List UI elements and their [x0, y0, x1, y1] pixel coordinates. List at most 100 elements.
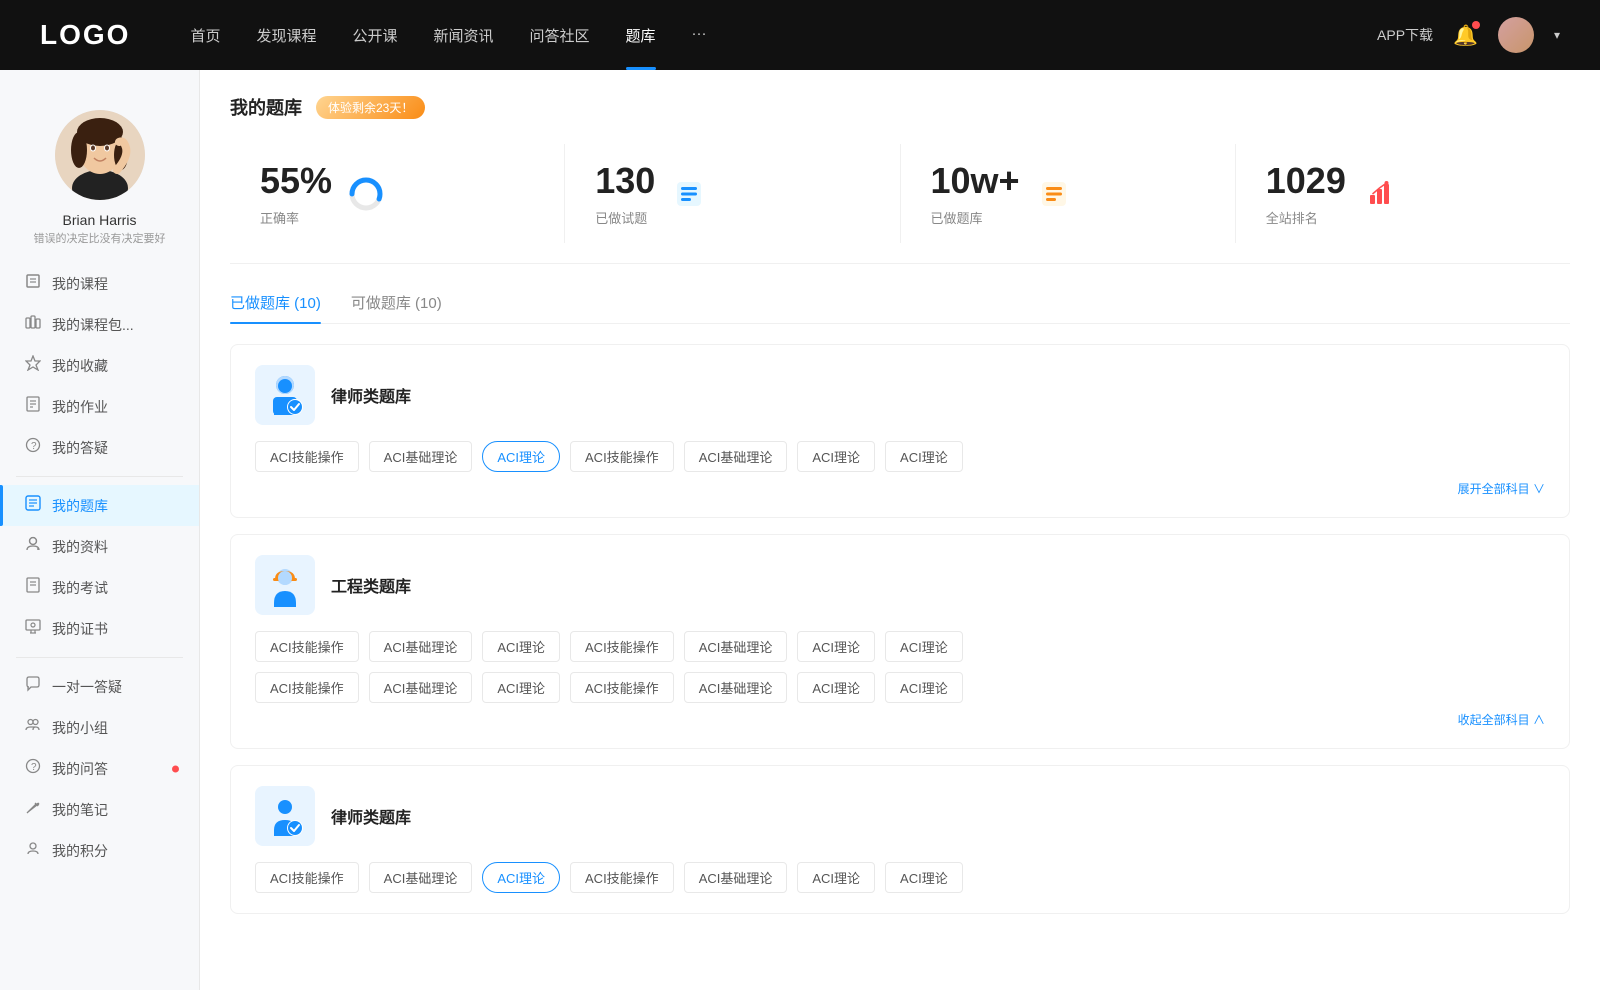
tab-available-banks[interactable]: 可做题库 (10)	[351, 292, 442, 323]
stat-value-ranking: 1029 全站排名	[1266, 160, 1346, 227]
sidebar: Brian Harris 错误的决定比没有决定要好 我的课程 我的课程包...	[0, 70, 200, 990]
profile-motto: 错误的决定比没有决定要好	[24, 232, 176, 247]
tag-item[interactable]: ACI理论	[482, 631, 560, 662]
ranking-value: 1029	[1266, 160, 1346, 202]
lawyer-icon-1	[255, 365, 315, 425]
sidebar-item-profile[interactable]: 我的资料	[0, 526, 199, 567]
sidebar-item-testbank[interactable]: 我的题库	[0, 485, 199, 526]
tag-item[interactable]: ACI理论	[797, 672, 875, 703]
tag-item[interactable]: ACI技能操作	[570, 631, 674, 662]
tag-item[interactable]: ACI基础理论	[684, 441, 788, 472]
expand-section-2: 收起全部科目 ∧	[255, 711, 1545, 728]
tag-item[interactable]: ACI技能操作	[255, 631, 359, 662]
sidebar-item-coursepack[interactable]: 我的课程包...	[0, 304, 199, 345]
group-icon	[24, 717, 42, 738]
sidebar-item-label: 我的题库	[52, 496, 108, 516]
tag-item[interactable]: ACI技能操作	[570, 672, 674, 703]
profile-section: Brian Harris 错误的决定比没有决定要好	[0, 90, 199, 263]
chat-icon	[24, 676, 42, 697]
sidebar-item-group[interactable]: 我的小组	[0, 707, 199, 748]
logo[interactable]: LOGO	[40, 19, 130, 51]
question-icon: ?	[24, 437, 42, 458]
nav-link-qa[interactable]: 问答社区	[530, 25, 590, 46]
profile-icon	[24, 536, 42, 557]
sidebar-item-points[interactable]: 我的积分	[0, 830, 199, 871]
unread-dot	[172, 765, 179, 772]
tag-item[interactable]: ACI基础理论	[369, 672, 473, 703]
accuracy-value: 55%	[260, 160, 332, 202]
tag-item[interactable]: ACI理论	[797, 631, 875, 662]
tag-item[interactable]: ACI理论	[885, 672, 963, 703]
sidebar-item-label: 我的证书	[52, 619, 108, 639]
chevron-down-icon[interactable]: ▾	[1554, 28, 1560, 42]
bank-header-2: 工程类题库	[255, 555, 1545, 615]
tag-item[interactable]: ACI基础理论	[684, 672, 788, 703]
tag-item[interactable]: ACI理论	[482, 672, 560, 703]
nav-link-home[interactable]: 首页	[190, 25, 220, 46]
collapse-button[interactable]: 收起全部科目 ∧	[1458, 711, 1545, 728]
testbank-icon	[24, 495, 42, 516]
content-area: 我的题库 体验剩余23天！ 55% 正确率	[200, 70, 1600, 990]
tag-item[interactable]: ACI技能操作	[255, 441, 359, 472]
menu-divider-1	[16, 476, 183, 477]
tag-item[interactable]: ACI理论	[885, 441, 963, 472]
sidebar-item-label: 我的积分	[52, 841, 108, 861]
done-questions-label: 已做试题	[595, 208, 655, 227]
list-yellow-icon	[1034, 174, 1074, 214]
notification-bell[interactable]: 🔔	[1453, 23, 1478, 48]
bank-title-2: 工程类题库	[331, 573, 411, 597]
tag-item[interactable]: ACI技能操作	[570, 441, 674, 472]
tag-item[interactable]: ACI基础理论	[369, 441, 473, 472]
sidebar-item-certificate[interactable]: 我的证书	[0, 608, 199, 649]
tag-item[interactable]: ACI理论	[885, 862, 963, 893]
tag-item[interactable]: ACI技能操作	[255, 862, 359, 893]
tag-item[interactable]: ACI基础理论	[684, 862, 788, 893]
bank-title-3: 律师类题库	[331, 804, 411, 828]
tag-item[interactable]: ACI技能操作	[570, 862, 674, 893]
navbar: LOGO 首页 发现课程 公开课 新闻资讯 问答社区 题库 ··· APP下载 …	[0, 0, 1600, 70]
tag-item[interactable]: ACI理论	[797, 441, 875, 472]
nav-link-opencourse[interactable]: 公开课	[352, 25, 397, 46]
list-blue-icon	[669, 174, 709, 214]
nav-link-discover[interactable]: 发现课程	[256, 25, 316, 46]
tab-done-banks[interactable]: 已做题库 (10)	[230, 292, 321, 323]
stat-accuracy: 55% 正确率	[230, 144, 565, 243]
tag-item[interactable]: ACI理论	[482, 862, 560, 893]
menu-divider-2	[16, 657, 183, 658]
accuracy-donut	[346, 174, 386, 214]
tag-item[interactable]: ACI基础理论	[369, 631, 473, 662]
avatar[interactable]	[1498, 17, 1534, 53]
tag-item[interactable]: ACI理论	[797, 862, 875, 893]
expand-button-1[interactable]: 展开全部科目 ∨	[1458, 480, 1545, 497]
star-icon	[24, 355, 42, 376]
tabs-row: 已做题库 (10) 可做题库 (10)	[230, 292, 1570, 324]
stat-ranking: 1029 全站排名	[1236, 144, 1570, 243]
tag-item[interactable]: ACI技能操作	[255, 672, 359, 703]
tag-item[interactable]: ACI理论	[885, 631, 963, 662]
sidebar-item-favorites[interactable]: 我的收藏	[0, 345, 199, 386]
sidebar-item-notes[interactable]: 我的笔记	[0, 789, 199, 830]
sidebar-item-course[interactable]: 我的课程	[0, 263, 199, 304]
tag-item[interactable]: ACI基础理论	[684, 631, 788, 662]
exam-icon	[24, 577, 42, 598]
sidebar-item-myqa[interactable]: ? 我的问答	[0, 748, 199, 789]
svg-text:?: ?	[31, 441, 37, 452]
tag-item[interactable]: ACI理论	[482, 441, 560, 472]
sidebar-item-question[interactable]: ? 我的答疑	[0, 427, 199, 468]
nav-link-testbank[interactable]: 题库	[626, 25, 656, 46]
page-title: 我的题库	[230, 94, 302, 120]
sidebar-item-homework[interactable]: 我的作业	[0, 386, 199, 427]
nav-link-more[interactable]: ···	[692, 25, 707, 46]
sidebar-item-exam[interactable]: 我的考试	[0, 567, 199, 608]
page-header: 我的题库 体验剩余23天！	[230, 94, 1570, 120]
stat-done-banks: 10w+ 已做题库	[901, 144, 1236, 243]
sidebar-item-1on1[interactable]: 一对一答疑	[0, 666, 199, 707]
course-icon	[24, 273, 42, 294]
nav-link-news[interactable]: 新闻资讯	[434, 25, 494, 46]
app-download-button[interactable]: APP下载	[1377, 25, 1433, 45]
sidebar-menu: 我的课程 我的课程包... 我的收藏 我的作业	[0, 263, 199, 891]
stat-value-accuracy: 55% 正确率	[260, 160, 332, 227]
accuracy-label: 正确率	[260, 208, 332, 227]
bank-title-1: 律师类题库	[331, 383, 411, 407]
tag-item[interactable]: ACI基础理论	[369, 862, 473, 893]
